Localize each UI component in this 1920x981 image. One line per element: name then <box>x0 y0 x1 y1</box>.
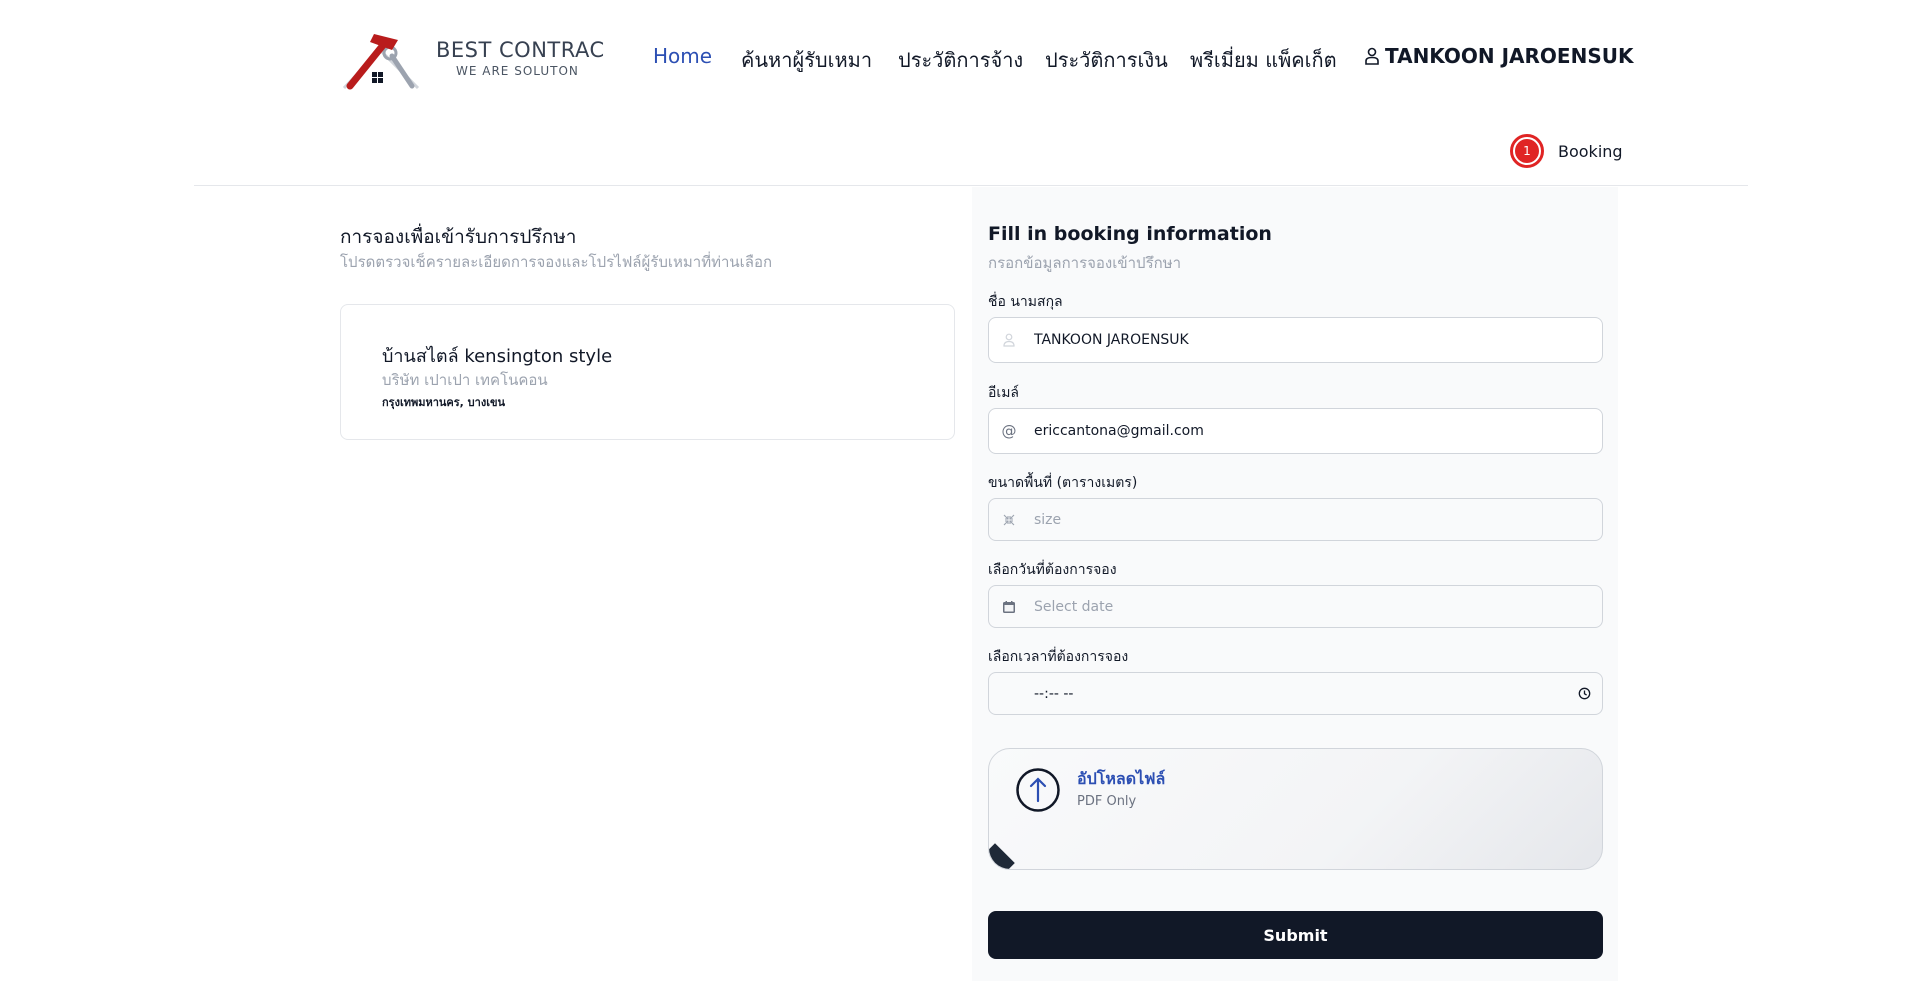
submit-button[interactable]: Submit <box>988 911 1603 959</box>
user-icon <box>1365 47 1379 65</box>
shrink-icon <box>989 514 1029 526</box>
booking-steps: 1 Booking <box>1510 134 1623 168</box>
form-title: Fill in booking information <box>988 223 1272 245</box>
brand-title: BEST CONTRAC <box>436 38 605 62</box>
email-input[interactable] <box>1029 409 1602 453</box>
email-label: อีเมล์ <box>988 385 1020 401</box>
size-input[interactable] <box>1029 499 1602 540</box>
clock-icon[interactable] <box>1566 687 1602 700</box>
header-divider <box>194 185 1748 186</box>
user-icon <box>989 333 1029 347</box>
upload-title: อัปโหลดไฟล์ <box>1077 769 1166 788</box>
name-input[interactable] <box>1029 318 1602 362</box>
date-label: เลือกวันที่ต้องการจอง <box>988 562 1117 578</box>
time-field-wrapper <box>988 672 1603 715</box>
project-name: บ้านสไตล์ kensington style <box>382 346 613 367</box>
nav-item-home[interactable]: Home <box>653 44 712 68</box>
calendar-icon <box>989 600 1029 614</box>
nav-item-hire-history[interactable]: ประวัติการจ้าง <box>898 44 1023 76</box>
time-label: เลือกเวลาที่ต้องการจอง <box>988 649 1129 665</box>
upload-subtitle: PDF Only <box>1077 794 1137 809</box>
brand-logo[interactable]: BEST CONTRAC WE ARE SOLUTON <box>340 26 604 92</box>
brand-tagline: WE ARE SOLUTON <box>456 64 579 78</box>
contractor-card[interactable]: บ้านสไตล์ kensington style บริษัท เปาเปา… <box>340 304 955 440</box>
step-number: 1 <box>1515 139 1539 163</box>
date-input[interactable] <box>1029 586 1602 627</box>
location: กรุงเทพมหานคร, บางเขน <box>382 396 506 409</box>
name-label: ชื่อ นามสกุล <box>988 294 1063 310</box>
form-subtitle: กรอกข้อมูลการจองเข้าปรึกษา <box>988 254 1182 272</box>
file-upload-dropzone[interactable]: อัปโหลดไฟล์ PDF Only <box>988 748 1603 870</box>
size-field-wrapper <box>988 498 1603 541</box>
date-field-wrapper <box>988 585 1603 628</box>
left-subtitle: โปรดตรวจเช็ครายละเอียดการจองและโปรไฟล์ผู… <box>340 253 773 271</box>
left-title: การจองเพื่อเข้ารับการปรึกษา <box>340 226 577 248</box>
name-field-wrapper <box>988 317 1603 363</box>
user-menu[interactable]: TANKOON JAROENSUK <box>1365 44 1633 68</box>
booking-form-panel: Fill in booking information กรอกข้อมูลกา… <box>972 187 1618 981</box>
hammer-house-icon <box>342 34 420 90</box>
upload-arrow-icon <box>1016 768 1060 812</box>
step-label: Booking <box>1558 141 1623 161</box>
header: BEST CONTRAC WE ARE SOLUTON Home ค้นหาผู… <box>0 0 1920 186</box>
email-field-wrapper: @ <box>988 408 1603 454</box>
at-icon: @ <box>1001 422 1017 440</box>
size-label: ขนาดพื้นที่ (ตารางเมตร) <box>988 475 1138 491</box>
nav-item-finance-history[interactable]: ประวัติการเงิน <box>1045 44 1168 76</box>
step-1-indicator: 1 <box>1510 134 1544 168</box>
user-name: TANKOON JAROENSUK <box>1385 44 1634 68</box>
nav-item-premium-package[interactable]: พรีเมี่ยม แพ็คเก็ต <box>1190 44 1337 76</box>
company-name: บริษัท เปาเปา เทคโนคอน <box>382 371 548 389</box>
time-input[interactable] <box>1029 673 1566 714</box>
nav-item-find-contractor[interactable]: ค้นหาผู้รับเหมา <box>741 44 872 76</box>
